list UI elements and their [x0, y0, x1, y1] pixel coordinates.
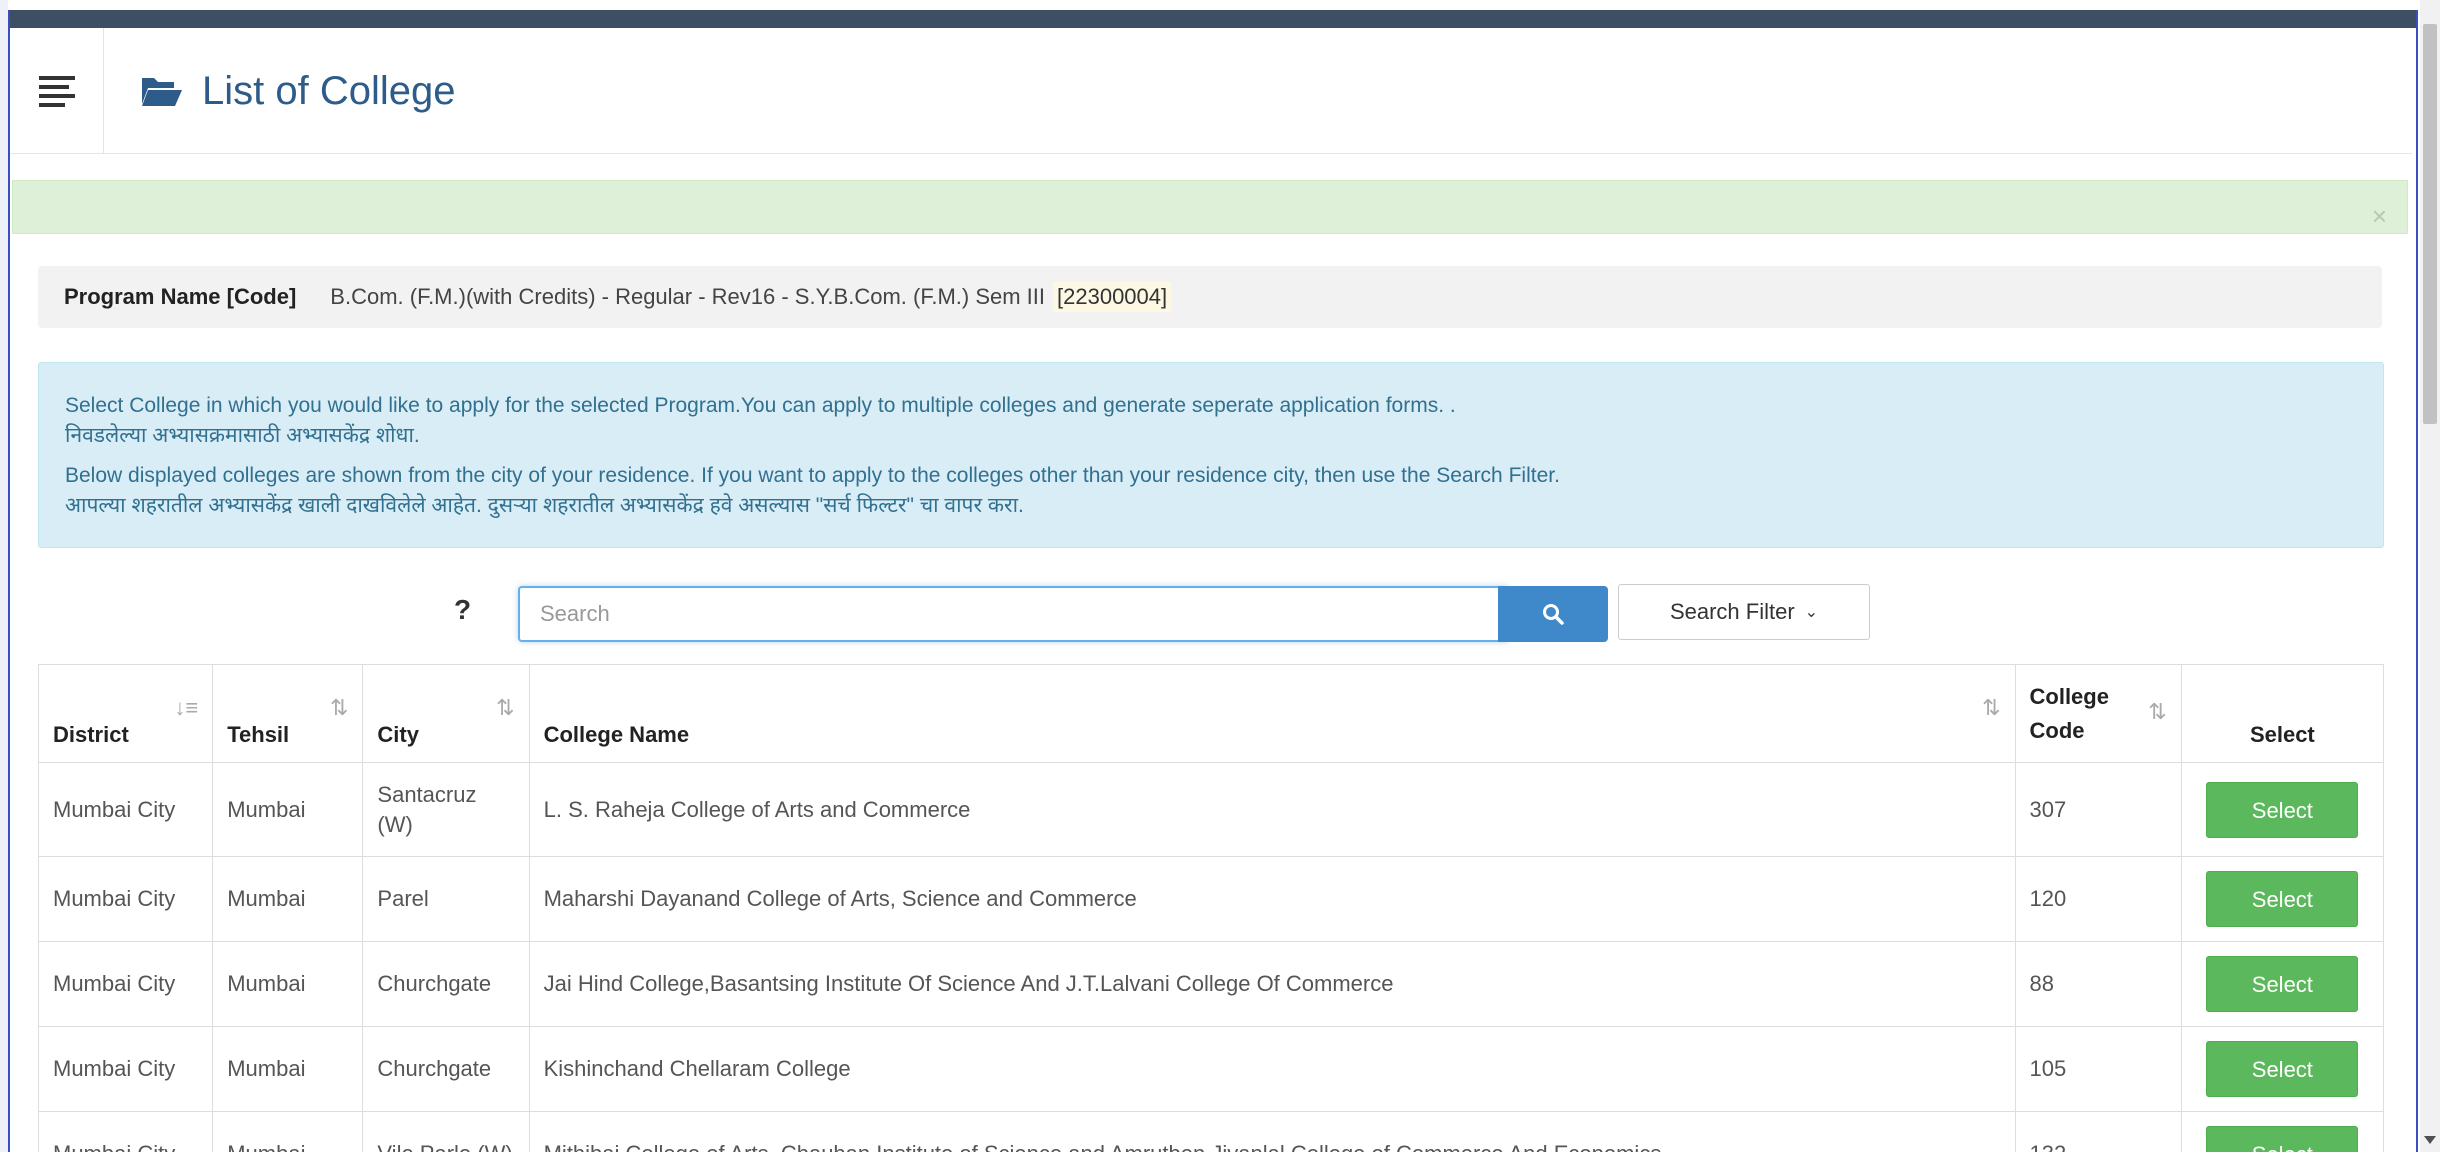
- sort-icon[interactable]: ⇅: [496, 695, 514, 721]
- info-line-1-en: Select College in which you would like t…: [65, 394, 1456, 417]
- table-row: Mumbai City Mumbai Santacruz (W) L. S. R…: [37, 762, 2385, 857]
- chevron-down-icon: ⌄: [1804, 604, 1819, 621]
- folder-open-icon: [142, 78, 182, 106]
- cell-college-code: 105: [2014, 1026, 2182, 1112]
- cell-city: Santacruz (W): [362, 762, 530, 857]
- hamburger-icon: [38, 71, 75, 112]
- close-icon[interactable]: ×: [2372, 203, 2387, 229]
- cell-city: Parel: [362, 856, 530, 942]
- cell-tehsil: Mumbai: [212, 762, 364, 857]
- cell-select: Select: [2180, 762, 2385, 857]
- page-header: List of College: [10, 28, 2412, 154]
- success-alert: ×: [12, 180, 2408, 234]
- help-icon[interactable]: ?: [454, 594, 471, 626]
- cell-select: Select: [2180, 1111, 2385, 1152]
- select-college-button[interactable]: Select: [2206, 871, 2359, 927]
- program-code: [22300004]: [1053, 282, 1172, 312]
- cell-city: Vile Parle (W): [362, 1111, 530, 1152]
- cell-district: Mumbai City: [37, 1111, 214, 1152]
- cell-college-name: Kishinchand Chellaram College: [528, 1026, 2016, 1112]
- sort-icon[interactable]: ⇅: [330, 695, 348, 721]
- cell-city: Churchgate: [362, 1026, 530, 1112]
- search-bar: ? Search Filter ⌄: [10, 584, 2416, 642]
- program-name: B.Com. (F.M.)(with Credits) - Regular - …: [330, 284, 1046, 309]
- cell-tehsil: Mumbai: [212, 1111, 364, 1152]
- page-background-edge: [0, 0, 8, 1152]
- cell-college-name: Maharshi Dayanand College of Arts, Scien…: [528, 856, 2016, 942]
- select-college-button[interactable]: Select: [2206, 1041, 2359, 1097]
- header-college-name[interactable]: College Name ⇅: [528, 664, 2016, 763]
- search-button[interactable]: [1498, 586, 1608, 642]
- sort-icon[interactable]: ⇅: [1982, 695, 2000, 721]
- sort-asc-icon[interactable]: ↓≡: [174, 695, 198, 721]
- sort-icon[interactable]: ⇅: [2148, 695, 2166, 729]
- table-row: Mumbai City Mumbai Vile Parle (W) Mithib…: [37, 1111, 2385, 1152]
- table-row: Mumbai City Mumbai Churchgate Jai Hind C…: [37, 941, 2385, 1027]
- top-bar: [10, 10, 2416, 28]
- scrollbar-thumb[interactable]: [2423, 24, 2437, 424]
- cell-college-code: 132: [2014, 1111, 2182, 1152]
- table-row: Mumbai City Mumbai Churchgate Kishinchan…: [37, 1026, 2385, 1112]
- cell-select: Select: [2180, 856, 2385, 942]
- search-input[interactable]: [518, 586, 1508, 642]
- info-line-2-en: Below displayed colleges are shown from …: [65, 464, 1560, 487]
- page-title: List of College: [202, 68, 456, 113]
- cell-district: Mumbai City: [37, 856, 214, 942]
- college-table: District ↓≡ Tehsil ⇅ City ⇅ College Name…: [37, 664, 2385, 1152]
- select-college-button[interactable]: Select: [2206, 956, 2359, 1012]
- info-line-2-mr: आपल्या शहरातील अभ्यासकेंद्र खाली दाखविले…: [65, 494, 1024, 517]
- cell-select: Select: [2180, 1026, 2385, 1112]
- vertical-scrollbar[interactable]: [2420, 0, 2440, 1152]
- cell-college-code: 120: [2014, 856, 2182, 942]
- info-line-1-mr: निवडलेल्या अभ्यासक्रमासाठी अभ्यासकेंद्र …: [65, 424, 420, 447]
- header-college-code[interactable]: College Code ⇅: [2014, 664, 2182, 763]
- cell-college-name: L. S. Raheja College of Arts and Commerc…: [528, 762, 2016, 857]
- search-icon: [1543, 604, 1564, 625]
- title-container: List of College: [140, 28, 455, 154]
- header-tehsil[interactable]: Tehsil ⇅: [212, 664, 364, 763]
- search-filter-label: Search Filter: [1669, 599, 1795, 624]
- cell-college-code: 88: [2014, 941, 2182, 1027]
- search-filter-button[interactable]: Search Filter ⌄: [1618, 584, 1870, 640]
- app-window: List of College × Program Name [Code] B.…: [8, 10, 2418, 1152]
- menu-toggle-button[interactable]: [10, 28, 104, 154]
- header-select: Select: [2180, 664, 2385, 763]
- select-college-button[interactable]: Select: [2206, 781, 2359, 838]
- header-city[interactable]: City ⇅: [362, 664, 530, 763]
- cell-college-code: 307: [2014, 762, 2182, 857]
- table-row: Mumbai City Mumbai Parel Maharshi Dayana…: [37, 856, 2385, 942]
- cell-district: Mumbai City: [37, 762, 214, 857]
- cell-city: Churchgate: [362, 941, 530, 1027]
- scroll-down-arrow-icon[interactable]: [2424, 1136, 2436, 1144]
- cell-college-name: Mithibai College of Arts, Chauhan Instit…: [528, 1111, 2016, 1152]
- program-label: Program Name [Code]: [64, 284, 297, 309]
- header-district[interactable]: District ↓≡: [37, 664, 214, 763]
- cell-district: Mumbai City: [37, 1026, 214, 1112]
- table-header-row: District ↓≡ Tehsil ⇅ City ⇅ College Name…: [37, 664, 2385, 763]
- info-alert: Select College in which you would like t…: [38, 362, 2384, 548]
- cell-college-name: Jai Hind College,Basantsing Institute Of…: [528, 941, 2016, 1027]
- cell-district: Mumbai City: [37, 941, 214, 1027]
- cell-select: Select: [2180, 941, 2385, 1027]
- select-college-button[interactable]: Select: [2206, 1126, 2359, 1152]
- cell-tehsil: Mumbai: [212, 1026, 364, 1112]
- cell-tehsil: Mumbai: [212, 941, 364, 1027]
- cell-tehsil: Mumbai: [212, 856, 364, 942]
- program-info: Program Name [Code] B.Com. (F.M.)(with C…: [38, 266, 2382, 328]
